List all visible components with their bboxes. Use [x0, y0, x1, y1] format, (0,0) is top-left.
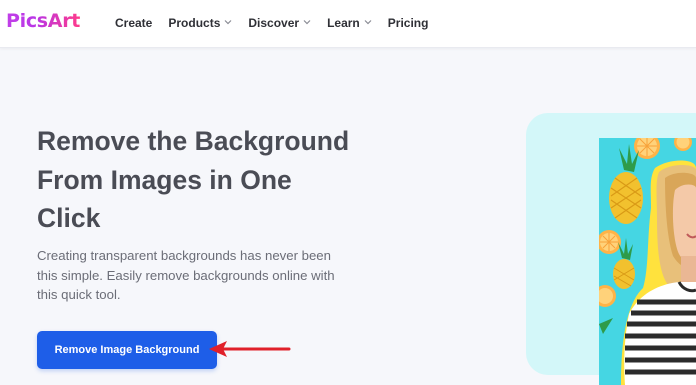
hero-example-image	[599, 138, 696, 385]
hero-description: Creating transparent backgrounds has nev…	[37, 246, 377, 305]
nav-create[interactable]: Create	[115, 16, 152, 30]
nav-products-label: Products	[168, 16, 221, 30]
description-line: this simple. Easily remove backgrounds o…	[37, 267, 335, 283]
chevron-down-icon	[303, 18, 311, 26]
nav-learn[interactable]: Learn	[327, 16, 372, 30]
title-line: Click	[37, 203, 101, 233]
red-arrow-icon	[209, 341, 291, 357]
nav-products[interactable]: Products	[168, 16, 232, 30]
nav-discover-label: Discover	[248, 16, 300, 30]
title-line: From Images in One	[37, 164, 292, 195]
chevron-down-icon	[364, 18, 372, 26]
nav-create-label: Create	[115, 16, 153, 30]
nav-discover[interactable]: Discover	[248, 16, 311, 30]
top-navigation-bar: PicsArt Create Products Discover Learn P…	[0, 0, 696, 48]
nav-pricing-label: Pricing	[387, 16, 429, 30]
nav-learn-label: Learn	[327, 16, 360, 30]
main-nav: Create Products Discover Learn Pricing	[115, 16, 444, 30]
description-line: this quick tool.	[37, 287, 121, 303]
title-line: Remove the Background	[37, 126, 350, 156]
chevron-down-icon	[224, 18, 232, 26]
picsart-logo[interactable]: PicsArt	[6, 10, 80, 32]
nav-pricing[interactable]: Pricing	[388, 16, 429, 30]
description-line: Creating transparent backgrounds has nev…	[37, 248, 331, 263]
page-title: Remove the Background From Images in One…	[37, 122, 397, 238]
remove-image-background-button[interactable]: Remove Image Background	[37, 331, 217, 369]
